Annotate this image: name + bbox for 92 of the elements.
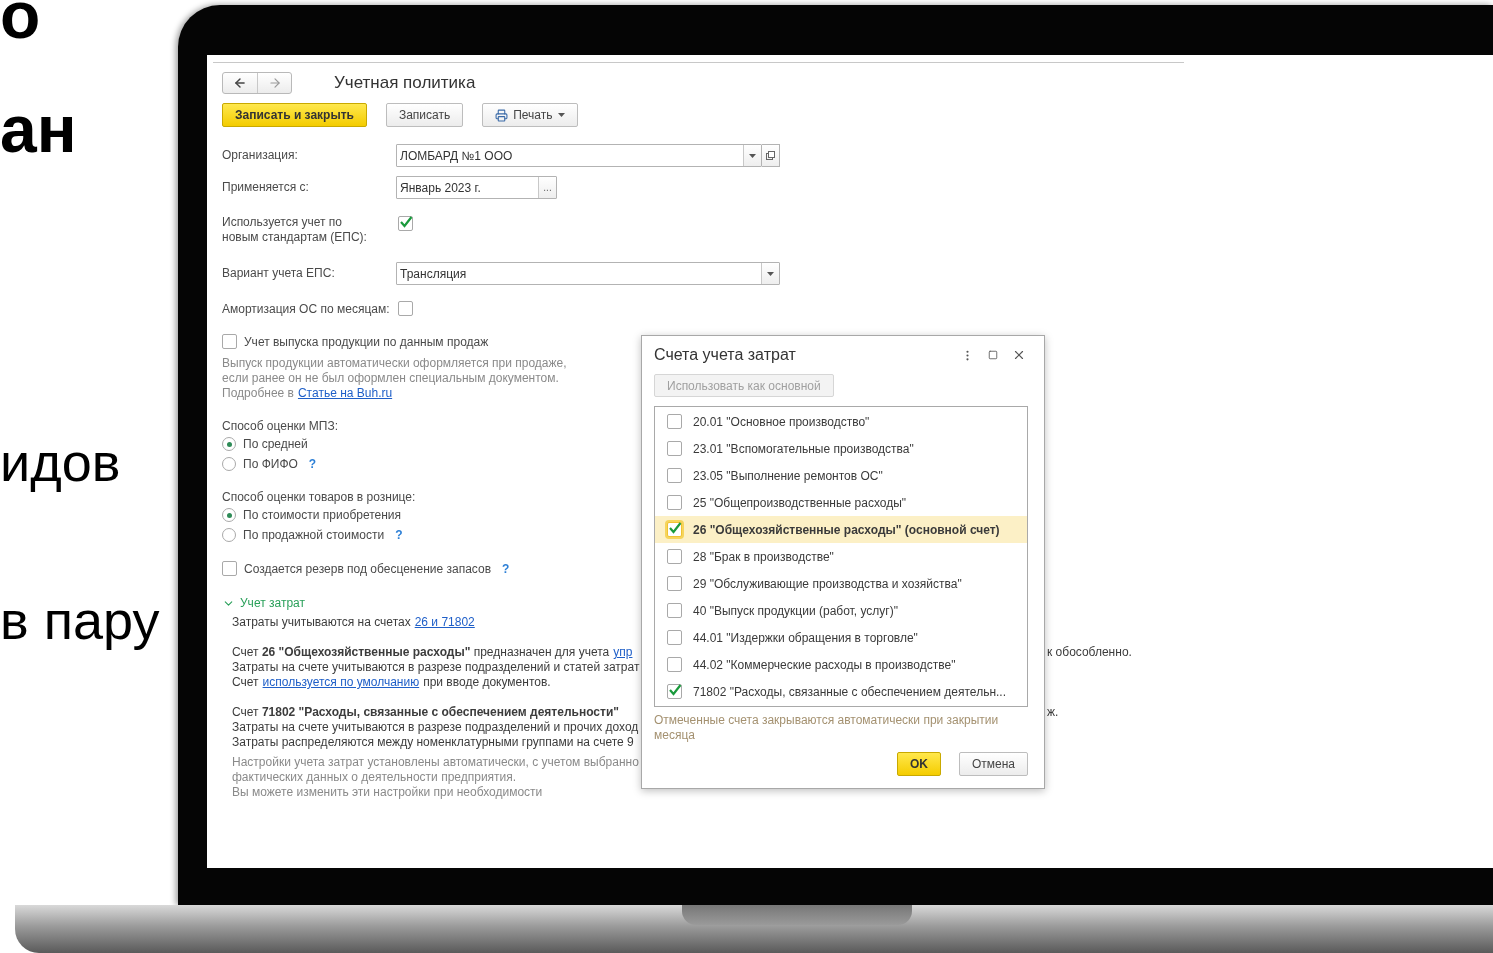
account-row[interactable]: 44.02 "Коммерческие расходы в производстве" [655, 651, 1027, 678]
account-row[interactable]: 23.01 "Вспомогательные производства" [655, 435, 1027, 462]
checkbox[interactable] [398, 216, 413, 231]
help-link[interactable]: ? [502, 561, 510, 576]
caret-icon [767, 271, 774, 276]
ok-button[interactable]: OK [896, 752, 941, 776]
text-link[interactable]: используется по умолчанию [262, 675, 420, 690]
checkbox[interactable] [397, 301, 413, 316]
caret-icon [557, 113, 565, 117]
checkbox[interactable] [666, 522, 682, 537]
account-row[interactable]: 71802 "Расходы, связанные с обеспечением деятельн... [655, 678, 1027, 705]
account-row[interactable]: 40 "Выпуск продукции (работ, услуг)" [655, 597, 1027, 624]
account-row[interactable]: 28 "Брак в производстве" [655, 543, 1027, 570]
checkbox[interactable] [666, 495, 682, 510]
checkbox[interactable] [666, 414, 682, 429]
field-label: Используется учет по новым стандартам (ЕПС): [222, 215, 368, 245]
checkbox[interactable] [666, 684, 682, 699]
dialog-title: Счета учета затрат [654, 346, 797, 364]
hint-text: Выпуск продукции автоматически оформляется при продаже, [222, 356, 567, 371]
save-close-button[interactable]: Записать и закрыть [222, 103, 367, 127]
body-text: Затраты учитываются на счетах [232, 615, 411, 630]
radio-button[interactable] [222, 457, 236, 471]
account-row[interactable]: 20.01 "Основное производство" [655, 408, 1027, 435]
checkbox[interactable] [222, 334, 237, 349]
organization-field[interactable]: ЛОМБАРД №1 ООО [396, 144, 762, 167]
checkbox[interactable] [666, 630, 682, 645]
checkbox[interactable] [666, 576, 682, 591]
field-label: Вариант учета ЕПС: [222, 266, 336, 281]
variant-field[interactable]: Трансляция [396, 262, 780, 285]
cancel-button[interactable]: Отмена [958, 752, 1028, 776]
checkbox-label: Учет выпуска продукции по данным продаж [244, 334, 489, 349]
account-row[interactable]: 44.01 "Издержки обращения в торговле" [655, 624, 1027, 651]
field-label: Организация: [222, 148, 299, 163]
close-icon[interactable] [1012, 348, 1026, 362]
body-text: Затраты распределяются между номенклатурными группами на счете 9 [232, 735, 634, 750]
option-label: По продажной стоимости [243, 528, 385, 542]
field-label: Амортизация ОС по месяцам: [222, 301, 390, 316]
checkbox[interactable] [666, 549, 682, 564]
body-text: Счет 26 "Общехозяйственные расходы" предназначен для учета [232, 645, 610, 660]
open-window-icon [766, 151, 775, 160]
body-text: Затраты на счете учитываются в разрезе подразделений и статей затрат [232, 660, 640, 675]
checkbox[interactable] [666, 468, 682, 483]
slide-heading: ан [0, 96, 78, 162]
body-text: при вводе документов. [423, 675, 551, 690]
note-text: Настройки учета затрат установлены автоматически, с учетом выбранно [232, 755, 639, 770]
arrow-left-icon [233, 76, 247, 90]
body-text: Счет [232, 675, 259, 690]
body-text: Затраты на счете учитываются в разрезе подразделений и прочих доход [232, 720, 639, 735]
account-row[interactable]: 26 "Общехозяйственные расходы" (основной счет) [655, 516, 1027, 543]
radio-button[interactable] [222, 437, 236, 451]
hint-text: если ранее он не был оформлен специальным документом. [222, 371, 559, 386]
select-button[interactable]: ... [538, 177, 556, 198]
radio-button[interactable] [222, 508, 236, 522]
checkbox[interactable] [666, 441, 682, 456]
help-link[interactable]: ? [308, 457, 317, 471]
note-text: фактических данных о деятельности предприятия. [232, 770, 517, 785]
account-row[interactable]: 25 "Общепроизводственные расходы" [655, 489, 1027, 516]
field-label: Применяется с: [222, 180, 310, 195]
note-text: Вы можете изменить эти настройки при необходимости [232, 785, 543, 800]
accounts-link[interactable]: 26 и 71802 [414, 615, 475, 630]
save-button[interactable]: Записать [385, 103, 464, 127]
option-label: По стоимости приобретения [243, 508, 402, 522]
option-label: По средней [243, 437, 308, 451]
group-title[interactable]: Учет затрат [240, 596, 305, 610]
radio-button[interactable] [222, 528, 236, 542]
text-link[interactable]: упр [613, 645, 633, 660]
hint-text: Отмеченные счета закрываются автоматически при закрытии месяца [654, 713, 1000, 743]
group-label: Способ оценки МПЗ: [222, 419, 339, 433]
body-text: Счет 71802 "Расходы, связанные с обеспечением деятельности" [232, 705, 619, 720]
maximize-icon[interactable] [988, 350, 998, 360]
article-link[interactable]: Статье на Buh.ru [297, 386, 393, 401]
checkbox-label: Создается резерв под обесценение запасов [244, 561, 491, 576]
body-text: к обособленно. [1047, 645, 1132, 660]
dropdown-button[interactable] [761, 263, 779, 284]
account-row[interactable]: 29 "Обслуживающие производства и хозяйства" [655, 570, 1027, 597]
date-field[interactable]: Январь 2023 г. ... [396, 176, 557, 199]
caret-icon [749, 153, 756, 158]
group-label: Способ оценки товаров в рознице: [222, 490, 416, 504]
form-title: Учетная политика [334, 73, 476, 93]
checkbox[interactable] [222, 561, 237, 576]
account-row[interactable]: 23.05 "Выполнение ремонтов ОС" [655, 462, 1027, 489]
printer-icon [495, 108, 509, 122]
open-button[interactable] [762, 144, 780, 167]
checkbox[interactable] [666, 603, 682, 618]
print-button[interactable]: Печать [482, 103, 578, 127]
checkbox[interactable] [666, 657, 682, 672]
hint-text: Подробнее в [222, 386, 294, 401]
option-label: По ФИФО [243, 457, 298, 471]
slide-heading: о [0, 0, 42, 48]
dropdown-button[interactable] [743, 145, 761, 166]
help-link[interactable]: ? [395, 528, 403, 542]
body-text: ж. [1047, 705, 1059, 720]
